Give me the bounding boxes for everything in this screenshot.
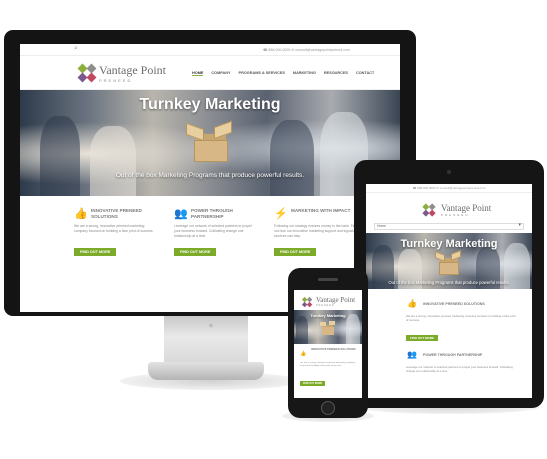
feature-row: 👍 INNOVATIVE PRENEED SOLUTIONS We are a … [20,196,400,258]
hero-title: Turnkey Marketing [310,313,346,318]
tablet-screen: ☎ 888.000.0000 ✉ consult@vantagepointpre… [366,184,532,398]
feature-list: 👍 INNOVATIVE PRENEED SOLUTIONS We are a … [366,289,532,377]
feature-innovative: 👍 INNOVATIVE PRENEED SOLUTIONS We are a … [300,348,360,389]
apple-logo-icon: ● [208,320,214,330]
box-icon [435,250,461,276]
phone-header: Vantage Point PRENEED [294,290,362,310]
find-out-more-button[interactable]: FIND OUT MORE [300,381,326,386]
site-logo[interactable]: Vantage Point PRENEED [77,63,166,83]
find-out-more-button[interactable]: FIND OUT MORE [74,248,117,256]
group-icon: 👥 [174,208,188,220]
search-icon[interactable]: ⌕ [74,45,78,53]
home-button[interactable] [321,401,335,415]
desktop-header: Vantage Point PRENEED HOME COMPANY PROGR… [20,56,400,90]
nav-item-marketing[interactable]: MARKETING [293,71,316,76]
logo-tagline: PRENEED [316,303,335,307]
find-out-more-button[interactable]: FIND OUT MORE [274,248,317,256]
camera-icon [447,170,451,174]
desktop-topbar: ⌕ ☎ 888.000.0000 ✉ consult@vantagepointp… [20,44,400,56]
feature-partnership: 👥 POWER THROUGH PARTNERSHIP Leverage our… [174,208,258,258]
feature-innovative: 👍 INNOVATIVE PRENEED SOLUTIONS We are a … [74,208,158,258]
box-icon [186,120,232,164]
topbar-contact: ☎ 888.000.0000 ✉ consult@vantagepointpre… [262,48,350,52]
phone-screen: Vantage Point PRENEED Turnkey Marketing [294,290,362,398]
thumbs-up-icon: 👍 [74,208,88,220]
find-out-more-button[interactable]: FIND OUT MORE [406,335,438,341]
thumbs-up-icon: 👍 [300,351,307,357]
site-logo[interactable]: Vantage Point PRENEED [299,294,355,308]
logo-name: Vantage Point [441,203,492,213]
tablet-topbar: ☎ 888.000.0000 ✉ consult@vantagepointpre… [366,184,532,193]
group-icon: 👥 [407,350,417,359]
main-nav: HOME COMPANY PROGRAMS & SERVICES MARKETI… [192,71,374,76]
nav-item-resources[interactable]: RESOURCES [324,71,348,76]
mobile-nav-select[interactable]: Home [374,223,524,230]
feature-body: We are a strong, innovative preneed mark… [74,224,154,233]
hero-tagline: Out of the box Marketing Programs that p… [115,172,305,179]
hero-banner: Turnkey Marketing Out of the box Marketi… [366,233,532,289]
feature-body: We are a strong, innovative preneed mark… [300,362,355,367]
hero-title: Turnkey Marketing [400,238,498,250]
nav-item-home[interactable]: HOME [192,71,204,76]
logo-name: Vantage Point [99,63,166,77]
feature-title: POWER THROUGH PARTNERSHIP [191,208,233,219]
logo-icon [422,203,436,217]
nav-item-company[interactable]: COMPANY [211,71,230,76]
nav-item-contact[interactable]: CONTACT [356,71,374,76]
feature-body: We are a strong, innovative preneed mark… [406,314,516,322]
lightning-icon: ⚡ [274,208,288,220]
feature-innovative: 👍 INNOVATIVE PRENEED SOLUTIONS We are a … [406,298,516,344]
hero-title: Turnkey Marketing [139,96,281,113]
nav-item-programs[interactable]: PROGRAMS & SERVICES [239,71,285,76]
feature-impact: ⚡ MARKETING WITH IMPACT Following our st… [274,208,358,258]
tablet-header: Vantage Point PRENEED [366,193,532,223]
feature-partnership: 👥 POWER THROUGH PARTNERSHIP Leverage our… [406,349,516,377]
hero-tagline: Out of the box Marketing Programs that p… [388,280,510,285]
logo-name: Vantage Point [316,295,356,304]
speaker-icon [318,278,338,281]
hero-banner: Turnkey Marketing [294,310,362,344]
logo-tagline: PRENEED [441,213,470,217]
feature-list: 👍 INNOVATIVE PRENEED SOLUTIONS We are a … [294,344,362,389]
feature-title: MARKETING WITH IMPACT [291,208,351,213]
thumbs-up-icon: 👍 [407,299,417,308]
feature-body: Following our strategy ensures money in … [274,224,358,238]
feature-title: INNOVATIVE PRENEED SOLUTIONS [423,302,485,306]
box-icon [320,321,335,335]
feature-title: INNOVATIVE PRENEED SOLUTIONS [311,348,356,351]
feature-title: INNOVATIVE PRENEED SOLUTIONS [91,208,142,219]
feature-body: Leverage our network of selected partner… [406,365,513,373]
feature-body: Leverage our network of selected partner… [174,224,252,238]
logo-icon [301,296,313,308]
logo-icon [77,63,97,83]
hero-banner: Turnkey Marketing Out of the box Marketi… [20,90,400,196]
site-logo[interactable]: Vantage Point PRENEED [420,201,491,219]
phone-device: Vantage Point PRENEED Turnkey Marketing [288,268,368,418]
responsive-mockup: ⌕ ☎ 888.000.0000 ✉ consult@vantagepointp… [0,0,547,459]
tablet-device: ☎ 888.000.0000 ✉ consult@vantagepointpre… [354,160,544,408]
find-out-more-button[interactable]: FIND OUT MORE [174,248,217,256]
logo-tagline: PRENEED [99,78,133,83]
feature-title: POWER THROUGH PARTNERSHIP [423,353,483,357]
monitor-stand-foot [148,362,264,380]
